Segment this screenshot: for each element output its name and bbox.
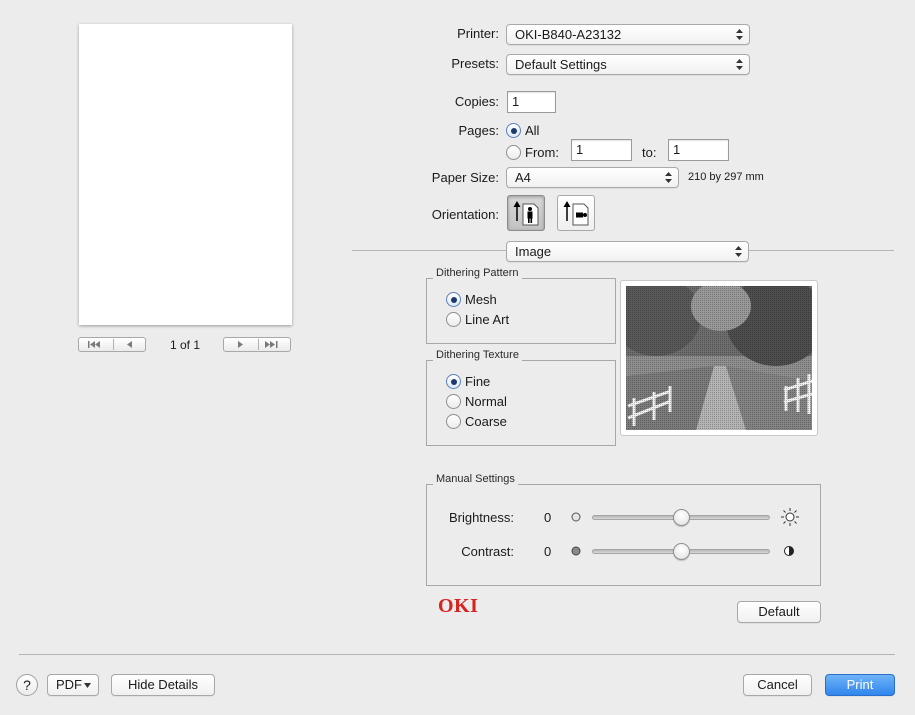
updown-arrows-icon (665, 172, 672, 183)
texture-fine-radio[interactable] (446, 374, 461, 389)
cancel-button[interactable]: Cancel (743, 674, 812, 696)
dithering-pattern-group (426, 278, 616, 344)
sun-icon (781, 508, 799, 526)
paper-size-value: A4 (515, 170, 531, 185)
printer-label: Printer: (457, 26, 499, 41)
pages-from-field[interactable]: 1 (571, 139, 632, 161)
default-button[interactable]: Default (737, 601, 821, 623)
preview-forward-navigation[interactable] (223, 337, 291, 352)
texture-coarse-radio[interactable] (446, 414, 461, 429)
pdf-label: PDF (56, 677, 82, 692)
brightness-slider-knob[interactable] (673, 509, 690, 526)
texture-fine-label: Fine (465, 374, 491, 389)
pdf-menu-button[interactable]: PDF (47, 674, 99, 696)
updown-arrows-icon (736, 59, 743, 70)
contrast-slider-knob[interactable] (673, 543, 690, 560)
brightness-label: Brightness: (448, 510, 514, 525)
print-button[interactable]: Print (825, 674, 895, 696)
paper-size-label: Paper Size: (431, 170, 499, 185)
oki-logo: OKI (438, 595, 479, 617)
dithering-line-art-label: Line Art (465, 312, 510, 327)
texture-normal-radio[interactable] (446, 394, 461, 409)
updown-arrows-icon (735, 246, 742, 257)
help-button[interactable]: ? (16, 674, 38, 696)
copies-label: Copies: (454, 94, 499, 109)
help-icon: ? (23, 677, 31, 693)
pages-from-label: From: (525, 145, 559, 160)
paper-size-popup[interactable]: A4 (506, 167, 679, 188)
presets-value: Default Settings (515, 57, 607, 72)
brightness-low-icon (571, 512, 581, 522)
pages-all-label: All (525, 123, 540, 138)
dithering-mesh-radio[interactable] (446, 292, 461, 307)
paper-dimensions: 210 by 297 mm (688, 171, 764, 183)
dithering-mesh-label: Mesh (465, 292, 497, 307)
next-last-page-icon (238, 339, 278, 350)
printer-popup[interactable]: OKI-B840-A23132 (506, 24, 750, 45)
dropdown-arrow-icon (84, 683, 91, 688)
texture-coarse-label: Coarse (465, 414, 507, 429)
landscape-icon (563, 201, 589, 226)
pages-from-radio[interactable] (506, 145, 521, 160)
contrast-value: 0 (544, 544, 552, 559)
presets-label: Presets: (451, 56, 499, 71)
country-road-photo (611, 276, 826, 430)
copies-field[interactable]: 1 (507, 91, 556, 113)
brightness-value: 0 (544, 510, 552, 525)
presets-popup[interactable]: Default Settings (506, 54, 750, 75)
texture-normal-label: Normal (465, 394, 507, 409)
page-preview (79, 24, 292, 325)
manual-settings-group (426, 484, 821, 586)
portrait-orientation-button[interactable] (507, 195, 545, 231)
first-prev-page-icon (88, 339, 132, 350)
dithering-pattern-title: Dithering Pattern (433, 267, 522, 279)
page-indicator: 1 of 1 (169, 338, 201, 352)
pages-label: Pages: (458, 123, 499, 138)
hide-details-button[interactable]: Hide Details (111, 674, 215, 696)
landscape-orientation-button[interactable] (557, 195, 595, 231)
section-menu-value: Image (515, 244, 552, 259)
section-menu-popup[interactable]: Image (506, 241, 749, 262)
dithering-texture-title: Dithering Texture (433, 349, 522, 361)
manual-settings-title: Manual Settings (433, 473, 518, 485)
bottom-divider (19, 654, 895, 655)
contrast-label: Contrast: (461, 544, 514, 559)
orientation-label: Orientation: (431, 207, 499, 222)
portrait-icon (513, 201, 539, 226)
updown-arrows-icon (736, 29, 743, 40)
pages-all-radio[interactable] (506, 123, 521, 138)
pages-to-field[interactable]: 1 (668, 139, 729, 161)
pages-to-label: to: (642, 145, 657, 160)
contrast-low-icon (571, 546, 581, 556)
dithering-sample-image (611, 276, 826, 436)
dithering-line-art-radio[interactable] (446, 312, 461, 327)
printer-value: OKI-B840-A23132 (515, 27, 622, 42)
preview-back-navigation[interactable] (78, 337, 146, 352)
contrast-high-icon (784, 546, 794, 556)
